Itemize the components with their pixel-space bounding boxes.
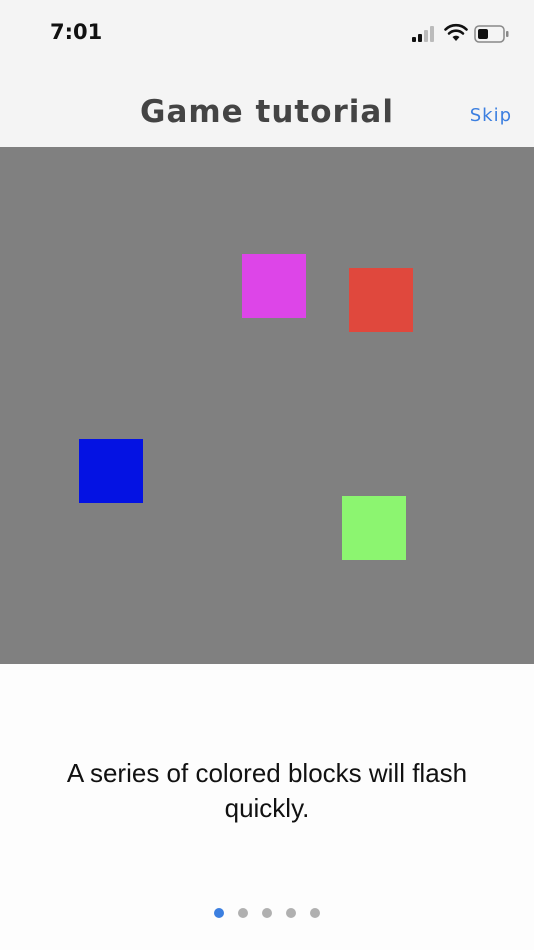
page-dot-3[interactable]	[262, 908, 272, 918]
battery-icon	[474, 25, 509, 43]
game-area	[0, 147, 534, 664]
page-dot-2[interactable]	[238, 908, 248, 918]
page-dot-1[interactable]	[214, 908, 224, 918]
wifi-icon	[444, 23, 468, 41]
page-dot-5[interactable]	[310, 908, 320, 918]
green-block	[342, 496, 406, 560]
page-indicator	[0, 908, 534, 920]
page-dot-4[interactable]	[286, 908, 296, 918]
red-block	[349, 268, 413, 332]
magenta-block	[242, 254, 306, 318]
status-time: 7:01	[50, 20, 103, 44]
blue-block	[79, 439, 143, 503]
page-title: Game tutorial	[140, 94, 394, 130]
skip-button[interactable]: Skip	[470, 105, 512, 126]
status-bar: 7:01	[0, 0, 534, 70]
tutorial-caption: A series of colored blocks will flash qu…	[66, 758, 468, 823]
nav-bar: Game tutorial Skip	[0, 70, 534, 147]
signal-icon	[412, 26, 434, 42]
